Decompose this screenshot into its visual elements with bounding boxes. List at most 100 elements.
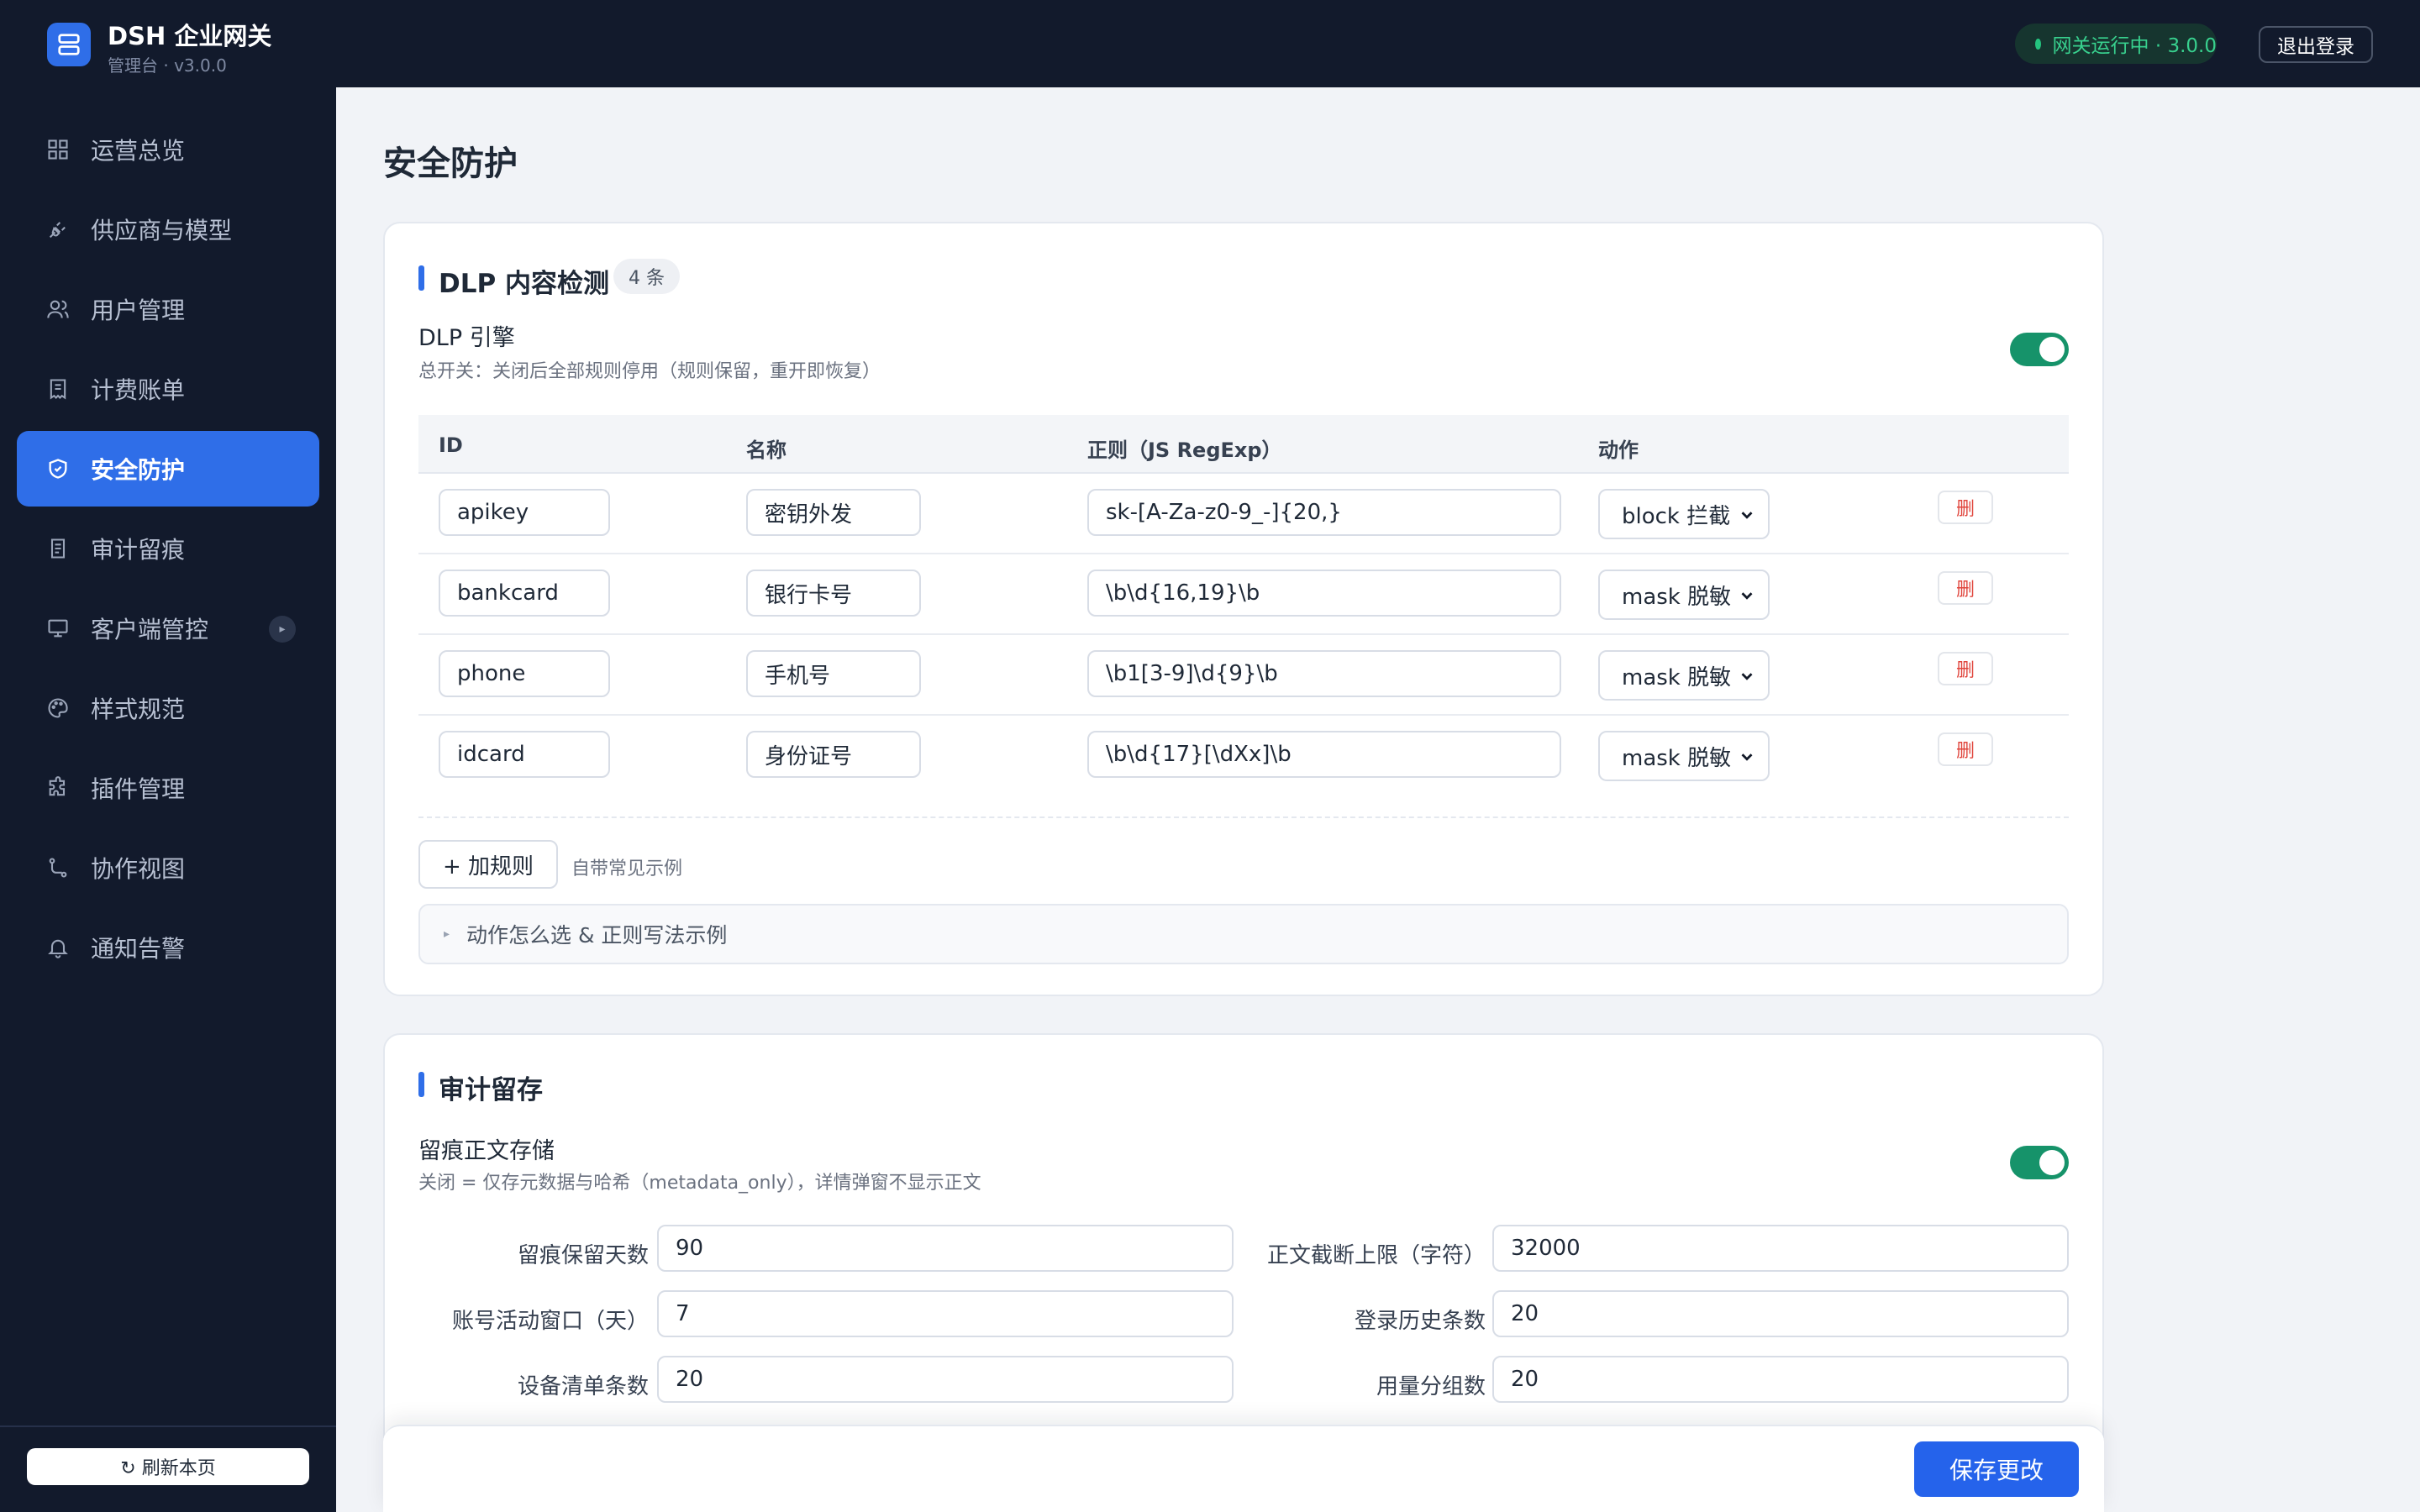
sidebar-item-clients[interactable]: 客户端管控 ▸	[17, 591, 319, 666]
retention-days-input[interactable]: 90	[657, 1225, 1234, 1272]
chevron-down-icon	[1741, 512, 1753, 519]
rule-regex-input[interactable]: \b1[3-9]\d{9}\b	[1087, 650, 1561, 697]
sidebar-item-collab[interactable]: 协作视图	[17, 830, 319, 906]
device-list-input[interactable]: 20	[657, 1356, 1234, 1403]
add-rule-button[interactable]: + 加规则	[418, 840, 558, 889]
gateway-status-text: 网关运行中 · 3.0.0	[2052, 35, 2217, 57]
delete-rule-button[interactable]: 删	[1938, 571, 1993, 605]
chevron-down-icon	[1741, 753, 1753, 761]
sidebar-item-label: 客户端管控	[91, 616, 209, 643]
delete-rule-button[interactable]: 删	[1938, 652, 1993, 685]
save-changes-button[interactable]: 保存更改	[1914, 1441, 2079, 1497]
body-truncate-input[interactable]: 32000	[1492, 1225, 2069, 1272]
sidebar-item-label: 审计留痕	[91, 536, 186, 564]
page-title: 安全防护	[383, 144, 518, 183]
top-bar: DSH 企业网关 管理台 · v3.0.0 网关运行中 · 3.0.0 退出登录	[0, 0, 2420, 87]
dlp-section-title: DLP 内容检测	[418, 262, 609, 300]
rule-id-input[interactable]: phone	[439, 650, 610, 697]
sidebar-item-billing[interactable]: 计费账单	[17, 351, 319, 427]
sidebar-item-label: 运营总览	[91, 137, 186, 165]
delete-rule-button[interactable]: 删	[1938, 732, 1993, 766]
rule-id-input[interactable]: apikey	[439, 489, 610, 536]
sidebar-item-users[interactable]: 用户管理	[17, 271, 319, 347]
dlp-engine-label: DLP 引擎	[418, 325, 515, 351]
usage-groups-label: 用量分组数	[1376, 1374, 1486, 1399]
delete-rule-button[interactable]: 删	[1938, 491, 1993, 524]
rule-regex-input[interactable]: \b\d{16,19}\b	[1087, 570, 1561, 617]
device-list-label: 设备清单条数	[517, 1374, 649, 1399]
expand-icon[interactable]: ▸	[269, 616, 296, 643]
rule-action-select[interactable]: mask 脱敏	[1598, 650, 1770, 701]
rule-id-input[interactable]: idcard	[439, 731, 610, 778]
rule-action-select[interactable]: mask 脱敏	[1598, 731, 1770, 781]
sidebar-item-providers[interactable]: 供应商与模型	[17, 192, 319, 267]
sidebar-divider	[0, 1425, 336, 1427]
sidebar-item-plugins[interactable]: 插件管理	[17, 750, 319, 826]
rule-count-badge: 4 条	[613, 259, 680, 294]
rule-action-value: mask 脱敏	[1622, 664, 1732, 690]
help-details-toggle[interactable]: ▸ 动作怎么选 & 正则写法示例	[418, 904, 2069, 964]
rule-regex-input[interactable]: sk-[A-Za-z0-9_-]{20,}	[1087, 489, 1561, 536]
login-history-input[interactable]: 20	[1492, 1290, 2069, 1337]
route-icon	[44, 853, 72, 882]
sidebar-item-overview[interactable]: 运营总览	[17, 112, 319, 187]
sidebar-item-audit[interactable]: 审计留痕	[17, 511, 319, 586]
gateway-status-badge: 网关运行中 · 3.0.0	[2015, 24, 2217, 64]
rule-name-input[interactable]: 银行卡号	[746, 570, 921, 617]
bell-icon	[44, 933, 72, 962]
sidebar-item-alerts[interactable]: 通知告警	[17, 910, 319, 985]
sidebar-item-label: 样式规范	[91, 696, 186, 723]
activity-window-input[interactable]: 7	[657, 1290, 1234, 1337]
rule-action-value: mask 脱敏	[1622, 584, 1732, 610]
rule-id-input[interactable]: bankcard	[439, 570, 610, 617]
monitor-icon	[44, 614, 72, 643]
dashboard-icon	[44, 135, 72, 164]
table-header: ID 名称 正则（JS RegExp） 动作	[418, 415, 2069, 474]
caret-right-icon: ▸	[444, 927, 450, 941]
table-row: bankcard 银行卡号 \b\d{16,19}\b mask 脱敏 删	[418, 554, 2069, 635]
audit-section-title: 审计留存	[418, 1068, 543, 1106]
sidebar-item-label: 安全防护	[91, 456, 186, 484]
plug-icon	[44, 215, 72, 244]
rule-action-select[interactable]: block 拦截	[1598, 489, 1770, 539]
app-title: DSH 企业网关	[108, 22, 272, 50]
rule-name-input[interactable]: 密钥外发	[746, 489, 921, 536]
sidebar-item-label: 计费账单	[91, 376, 186, 404]
logout-button[interactable]: 退出登录	[2259, 26, 2373, 63]
sidebar: 运营总览 供应商与模型 用户管理 计费账单 安全防护 审计留痕 客户端管控 ▸ …	[0, 87, 336, 1512]
users-icon	[44, 295, 72, 323]
body-storage-description: 关闭 = 仅存元数据与哈希（metadata_only），详情弹窗不显示正文	[418, 1173, 981, 1194]
add-rule-hint: 自带常见示例	[571, 858, 683, 879]
sidebar-item-styles[interactable]: 样式规范	[17, 670, 319, 746]
login-history-label: 登录历史条数	[1354, 1309, 1486, 1334]
dlp-engine-description: 总开关：关闭后全部规则停用（规则保留，重开即恢复）	[418, 361, 881, 382]
refresh-page-button[interactable]: ↻ 刷新本页	[27, 1448, 309, 1485]
chevron-down-icon	[1741, 592, 1753, 600]
table-row: phone 手机号 \b1[3-9]\d{9}\b mask 脱敏 删	[418, 635, 2069, 716]
server-icon	[47, 23, 91, 66]
sidebar-item-security[interactable]: 安全防护	[17, 431, 319, 507]
rule-name-input[interactable]: 手机号	[746, 650, 921, 697]
help-details-summary: 动作怎么选 & 正则写法示例	[466, 923, 728, 948]
divider	[418, 816, 2069, 818]
table-row: idcard 身份证号 \b\d{17}[\dXx]\b mask 脱敏 删	[418, 716, 2069, 796]
palette-icon	[44, 694, 72, 722]
body-storage-label: 留痕正文存储	[418, 1138, 555, 1164]
dlp-engine-toggle[interactable]	[2010, 333, 2069, 366]
body-truncate-label: 正文截断上限（字符）	[1266, 1243, 1486, 1268]
rule-name-input[interactable]: 身份证号	[746, 731, 921, 778]
sidebar-item-label: 通知告警	[91, 935, 186, 963]
column-header-name: 名称	[746, 438, 786, 462]
activity-window-label: 账号活动窗口（天）	[451, 1309, 649, 1334]
dlp-rules-table: ID 名称 正则（JS RegExp） 动作 apikey 密钥外发 sk-[A…	[418, 415, 2069, 796]
rule-regex-input[interactable]: \b\d{17}[\dXx]\b	[1087, 731, 1561, 778]
sidebar-item-label: 用户管理	[91, 297, 186, 324]
status-dot-icon	[2035, 38, 2041, 50]
body-storage-toggle[interactable]	[2010, 1146, 2069, 1179]
retention-days-label: 留痕保留天数	[517, 1243, 649, 1268]
sticky-save-bar: 保存更改	[383, 1425, 2104, 1512]
rule-action-select[interactable]: mask 脱敏	[1598, 570, 1770, 620]
usage-groups-input[interactable]: 20	[1492, 1356, 2069, 1403]
puzzle-icon	[44, 774, 72, 802]
rule-action-value: block 拦截	[1622, 503, 1731, 529]
